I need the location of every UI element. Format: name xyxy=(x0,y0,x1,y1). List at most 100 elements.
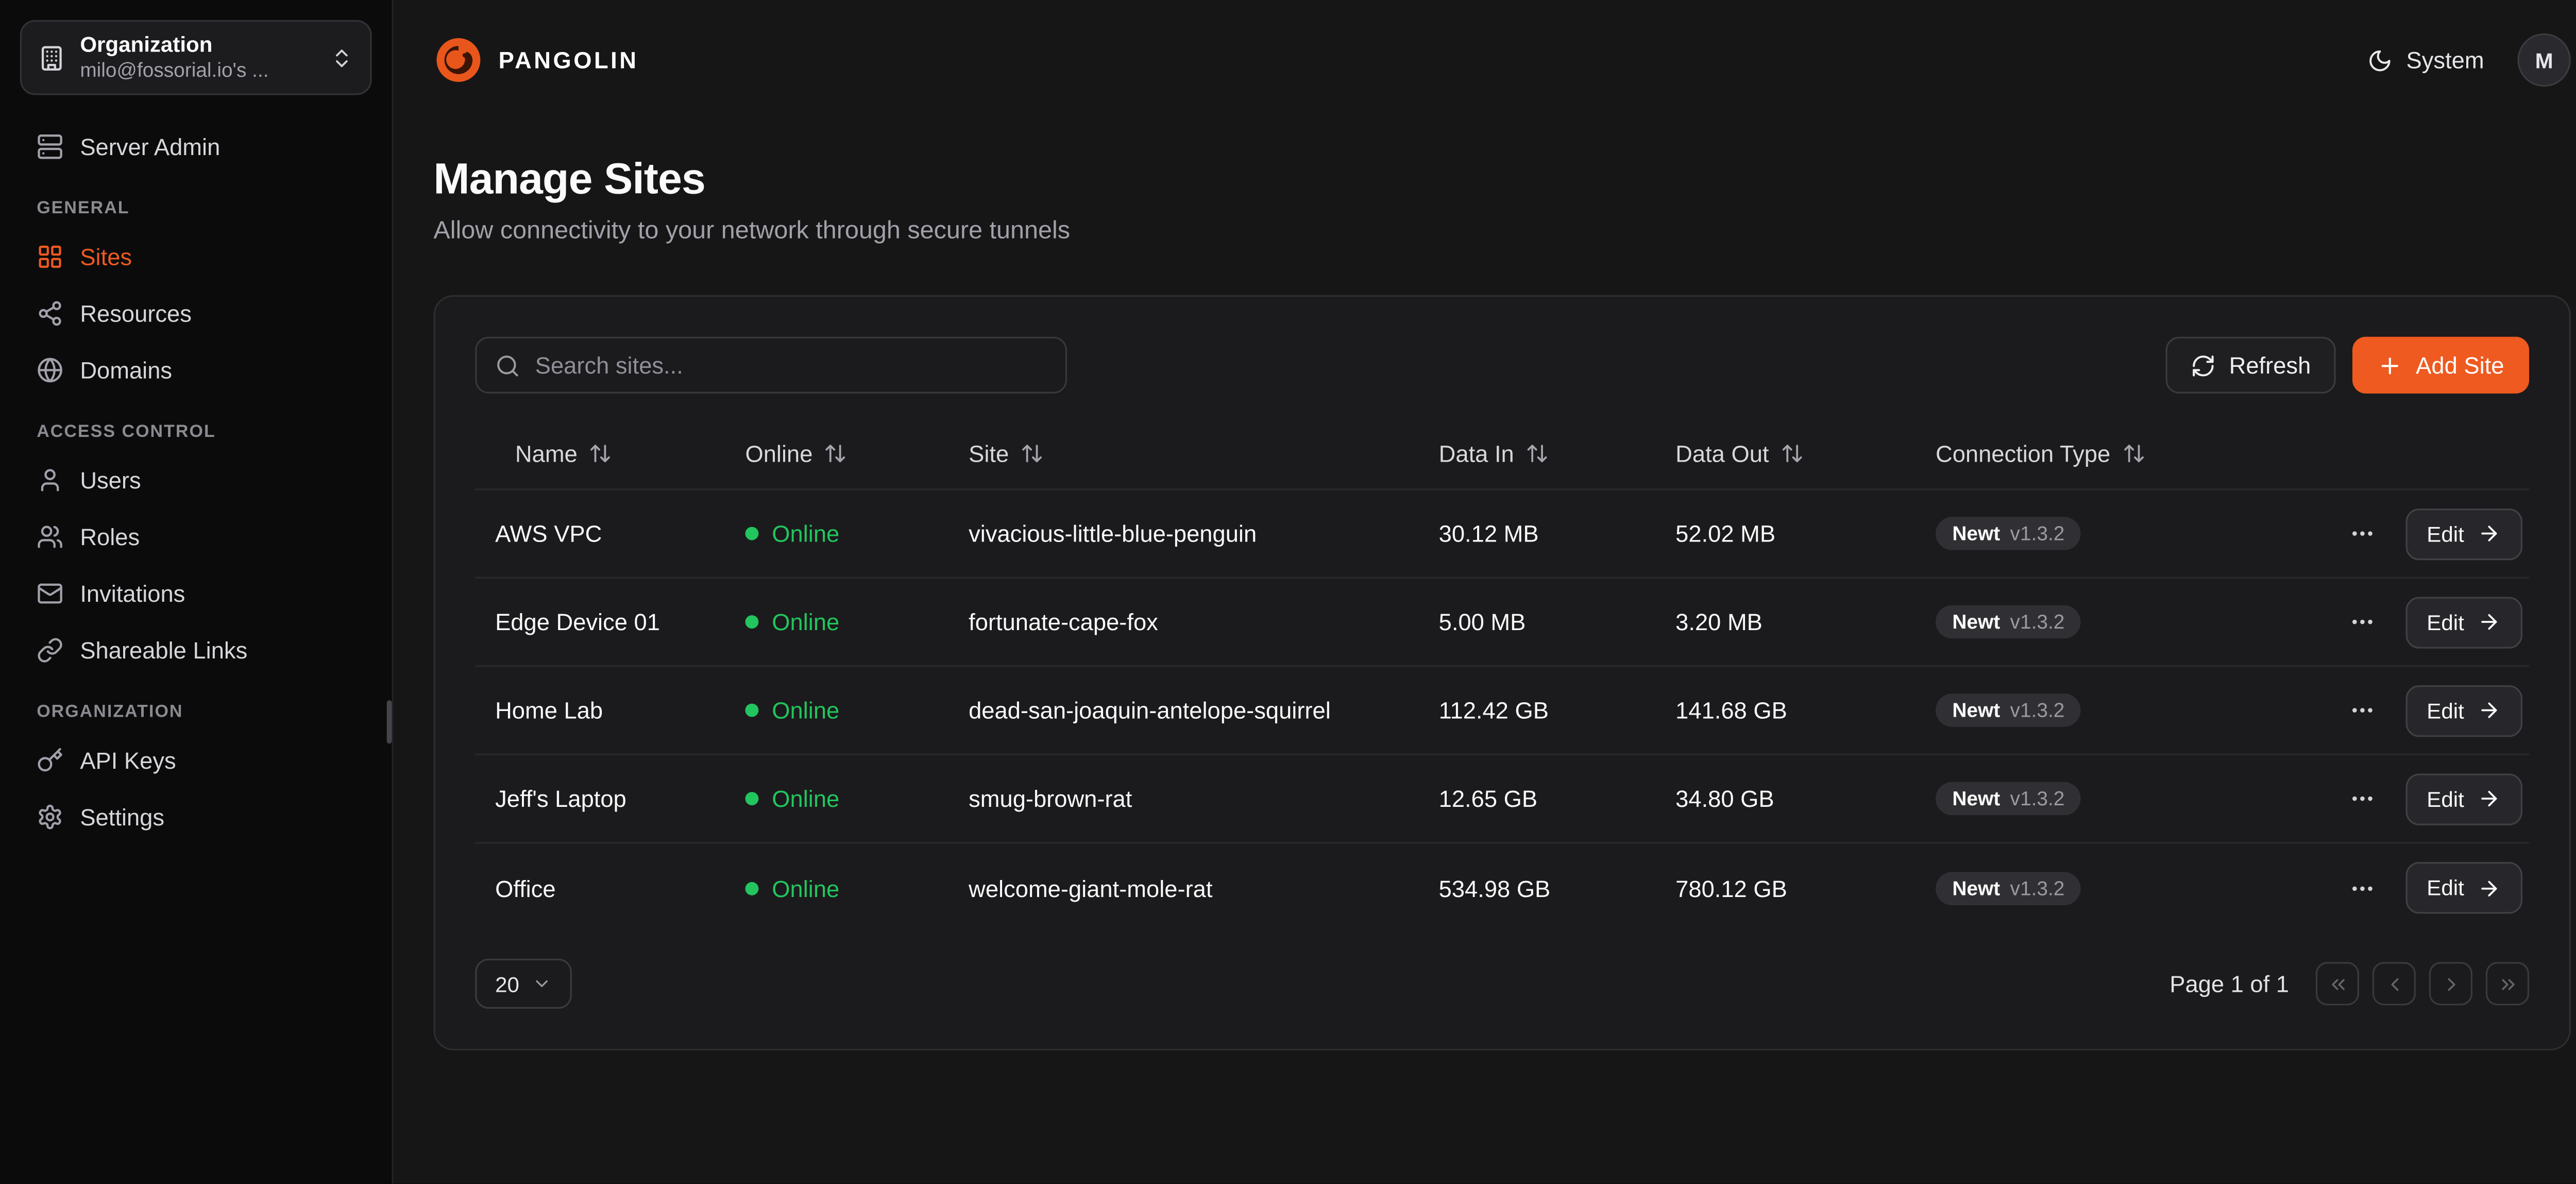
table-row: AWS VPC Online vivacious-little-blue-pen… xyxy=(475,490,2529,579)
table-header-row: Name Online Site Data In Data Out Connec… xyxy=(475,417,2529,490)
row-actions: Edit xyxy=(2299,773,2529,824)
section-label-organization: ORGANIZATION xyxy=(37,702,355,722)
column-header-connection-type[interactable]: Connection Type xyxy=(1916,439,2299,466)
connection-type-cell: Newtv1.3.2 xyxy=(1916,605,2299,639)
site-tunnel-cell: dead-san-joaquin-antelope-squirrel xyxy=(948,697,1419,724)
first-page-button[interactable] xyxy=(2316,962,2359,1005)
sidebar-item-domains[interactable]: Domains xyxy=(20,342,372,399)
sidebar-item-label: Settings xyxy=(80,804,164,831)
sidebar-nav: Server Admin GENERAL Sites Resources Dom… xyxy=(20,119,372,846)
site-name-cell: Jeff's Laptop xyxy=(475,785,725,812)
sites-card: Refresh Add Site Name Online Site Data I… xyxy=(433,295,2571,1051)
connection-type-badge: Newtv1.3.2 xyxy=(1936,517,2081,550)
section-label-access-control: ACCESS CONTROL xyxy=(37,422,355,443)
column-header-data-out[interactable]: Data Out xyxy=(1655,439,1916,466)
sidebar-item-resources[interactable]: Resources xyxy=(20,285,372,342)
sidebar-item-api-keys[interactable]: API Keys xyxy=(20,732,372,789)
pager-buttons xyxy=(2316,962,2529,1005)
avatar[interactable]: M xyxy=(2517,33,2571,87)
next-page-button[interactable] xyxy=(2429,962,2472,1005)
page-size-value: 20 xyxy=(495,971,519,996)
online-status-label: Online xyxy=(772,520,839,547)
row-menu-button[interactable] xyxy=(2345,605,2379,639)
last-page-button[interactable] xyxy=(2486,962,2529,1005)
add-site-button-label: Add Site xyxy=(2416,352,2504,379)
moon-icon xyxy=(2368,47,2393,73)
chevrons-right-icon xyxy=(2497,973,2518,994)
table-row: Home Lab Online dead-san-joaquin-antelop… xyxy=(475,667,2529,755)
refresh-button[interactable]: Refresh xyxy=(2166,337,2336,394)
edit-button[interactable]: Edit xyxy=(2405,773,2522,824)
theme-toggle[interactable]: System xyxy=(2368,47,2484,74)
online-status-label: Online xyxy=(772,608,839,635)
site-tunnel-cell: welcome-giant-mole-rat xyxy=(948,874,1419,901)
arrow-right-icon xyxy=(2478,787,2501,810)
row-actions: Edit xyxy=(2299,508,2529,559)
org-switcher[interactable]: Organization milo@fossorial.io's ... xyxy=(20,20,372,95)
users-icon xyxy=(37,524,63,551)
search-input[interactable] xyxy=(535,352,1047,379)
arrow-right-icon xyxy=(2478,610,2501,633)
page-status: Page 1 of 1 xyxy=(2170,970,2289,997)
page-size-select[interactable]: 20 xyxy=(475,959,572,1009)
sidebar-item-label: Shareable Links xyxy=(80,637,247,664)
chevrons-left-icon xyxy=(2327,973,2348,994)
edit-button[interactable]: Edit xyxy=(2405,862,2522,914)
edit-button[interactable]: Edit xyxy=(2405,508,2522,559)
ellipsis-icon xyxy=(2348,874,2375,901)
connection-type-cell: Newtv1.3.2 xyxy=(1916,782,2299,816)
row-menu-button[interactable] xyxy=(2345,694,2379,727)
chevron-left-icon xyxy=(2383,973,2405,994)
previous-page-button[interactable] xyxy=(2372,962,2416,1005)
data-out-cell: 141.68 GB xyxy=(1655,697,1916,724)
key-icon xyxy=(37,748,63,774)
sidebar: Organization milo@fossorial.io's ... Ser… xyxy=(0,0,394,1184)
sidebar-item-label: Server Admin xyxy=(80,134,220,161)
sidebar-item-server-admin[interactable]: Server Admin xyxy=(20,119,372,176)
app-window: Organization milo@fossorial.io's ... Ser… xyxy=(0,0,2576,1184)
sort-icon xyxy=(2122,441,2145,464)
arrow-right-icon xyxy=(2478,876,2501,900)
search-box xyxy=(475,337,1067,394)
user-icon xyxy=(37,467,63,494)
row-menu-button[interactable] xyxy=(2345,782,2379,816)
column-header-data-in[interactable]: Data In xyxy=(1419,439,1656,466)
row-menu-button[interactable] xyxy=(2345,871,2379,905)
pangolin-logo-icon xyxy=(433,35,483,85)
building-icon xyxy=(38,44,65,71)
pagination-controls: Page 1 of 1 xyxy=(2170,962,2529,1005)
table-row: Office Online welcome-giant-mole-rat 534… xyxy=(475,843,2529,932)
data-in-cell: 112.42 GB xyxy=(1419,697,1656,724)
data-in-cell: 30.12 MB xyxy=(1419,520,1656,547)
sort-icon xyxy=(1021,441,1044,464)
scrollbar-thumb[interactable] xyxy=(387,700,392,743)
chevrons-up-down-icon xyxy=(330,46,353,69)
table-row: Edge Device 01 Online fortunate-cape-fox… xyxy=(475,579,2529,667)
column-header-site[interactable]: Site xyxy=(948,439,1419,466)
topbar: PANGOLIN System M xyxy=(394,0,2576,120)
sidebar-item-invitations[interactable]: Invitations xyxy=(20,566,372,622)
sidebar-item-settings[interactable]: Settings xyxy=(20,789,372,845)
sidebar-item-label: API Keys xyxy=(80,748,176,774)
sidebar-item-label: Domains xyxy=(80,357,172,384)
site-name-cell: Edge Device 01 xyxy=(475,608,725,635)
sidebar-item-roles[interactable]: Roles xyxy=(20,509,372,566)
sidebar-item-sites[interactable]: Sites xyxy=(20,229,372,285)
brand[interactable]: PANGOLIN xyxy=(433,35,638,85)
sidebar-item-shareable-links[interactable]: Shareable Links xyxy=(20,622,372,679)
edit-button[interactable]: Edit xyxy=(2405,684,2522,736)
site-tunnel-cell: fortunate-cape-fox xyxy=(948,608,1419,635)
online-status-label: Online xyxy=(772,697,839,724)
column-header-online[interactable]: Online xyxy=(725,439,949,466)
edit-button[interactable]: Edit xyxy=(2405,596,2522,648)
column-header-name[interactable]: Name xyxy=(475,439,725,466)
row-menu-button[interactable] xyxy=(2345,517,2379,550)
brand-name: PANGOLIN xyxy=(499,47,639,74)
table-toolbar: Refresh Add Site xyxy=(475,337,2529,394)
sidebar-item-users[interactable]: Users xyxy=(20,452,372,509)
toolbar-actions: Refresh Add Site xyxy=(2166,337,2529,394)
add-site-button[interactable]: Add Site xyxy=(2352,337,2529,394)
ellipsis-icon xyxy=(2348,697,2375,724)
data-out-cell: 52.02 MB xyxy=(1655,520,1916,547)
data-in-cell: 12.65 GB xyxy=(1419,785,1656,812)
